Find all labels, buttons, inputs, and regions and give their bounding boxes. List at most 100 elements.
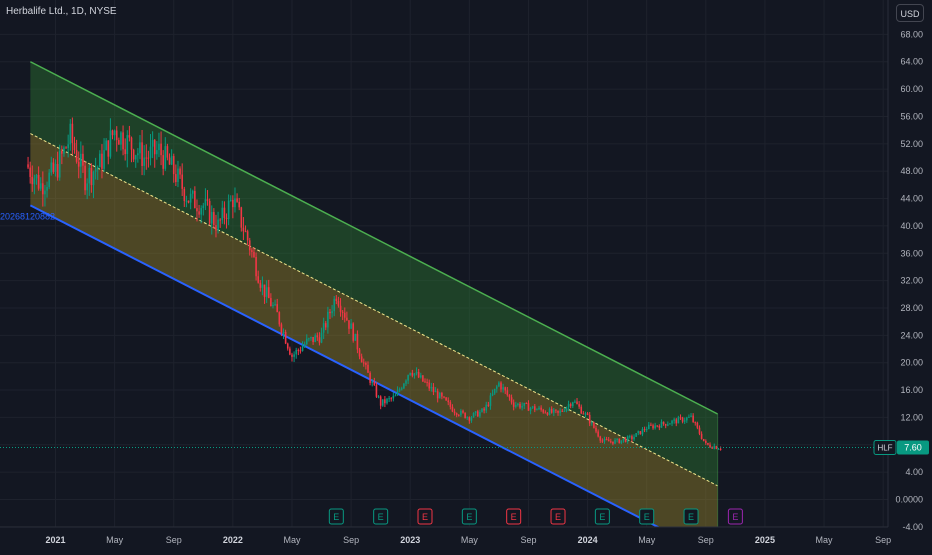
candle-body xyxy=(206,199,209,201)
earnings-marker[interactable]: E xyxy=(550,508,566,525)
candle-body xyxy=(430,386,433,389)
candle-body xyxy=(120,132,122,145)
candle-body xyxy=(669,423,671,425)
earnings-marker[interactable]: E xyxy=(461,508,477,525)
candle-body xyxy=(234,198,236,208)
y-tick-label: 48.00 xyxy=(900,166,923,176)
candle-body xyxy=(189,193,192,203)
candle-body xyxy=(717,448,720,450)
candle-body xyxy=(719,448,722,450)
candle-body xyxy=(71,123,74,143)
candle-body xyxy=(360,356,363,363)
candle-body xyxy=(514,404,517,407)
candle-body xyxy=(633,436,635,440)
symbol-title: Herbalife Ltd., 1D, NYSE xyxy=(6,6,117,17)
y-tick-label: 0.0000 xyxy=(895,495,923,505)
y-tick-label: 12.00 xyxy=(900,412,923,422)
candle-body xyxy=(343,312,346,318)
candle-body xyxy=(424,381,426,383)
candle-body xyxy=(337,301,340,306)
earnings-marker[interactable]: E xyxy=(594,508,610,525)
candle-body xyxy=(221,207,224,221)
candle-body xyxy=(352,323,355,341)
earnings-marker[interactable]: E xyxy=(683,508,699,525)
earnings-marker-label: E xyxy=(511,512,517,522)
earnings-marker[interactable]: E xyxy=(373,508,389,525)
candle-body xyxy=(137,153,139,156)
candle-body xyxy=(227,200,230,219)
price-chart[interactable]: 20268120882 E E E E E E E E E E 68.00 64.00 60.00 56.0… xyxy=(0,0,932,555)
earnings-marker[interactable]: E xyxy=(506,508,522,525)
candle-body xyxy=(481,408,483,412)
candle-body xyxy=(149,146,152,158)
candle-body xyxy=(314,335,317,343)
candle-body xyxy=(417,372,420,378)
candle-body xyxy=(616,438,618,440)
x-tick-label: May xyxy=(816,535,834,545)
candle-body xyxy=(529,407,532,411)
candle-body xyxy=(362,362,365,364)
candle-body xyxy=(276,304,278,313)
earnings-marker[interactable]: E xyxy=(328,508,344,525)
candle-body xyxy=(690,415,692,417)
candle-body xyxy=(466,417,469,419)
earnings-marker[interactable]: E xyxy=(727,508,743,525)
candle-body xyxy=(324,323,327,328)
candle-body xyxy=(367,364,369,373)
earnings-marker-label: E xyxy=(599,512,605,522)
candle-body xyxy=(563,411,566,413)
candle-body xyxy=(436,391,439,399)
candle-body xyxy=(170,156,173,165)
candle-body xyxy=(667,424,669,426)
candle-body xyxy=(65,147,67,149)
candle-body xyxy=(379,396,382,406)
y-tick-label: 60.00 xyxy=(900,84,923,94)
y-tick-label: 16.00 xyxy=(900,385,923,395)
candle-body xyxy=(622,438,625,441)
y-tick-label: 44.00 xyxy=(900,194,923,204)
candle-body xyxy=(350,323,352,329)
candle-body xyxy=(572,402,574,407)
candle-body xyxy=(101,153,103,169)
candle-body xyxy=(27,164,29,168)
chart-background xyxy=(0,0,932,550)
candle-body xyxy=(650,424,652,426)
earnings-marker-label: E xyxy=(466,512,472,522)
candle-body xyxy=(56,164,59,178)
candle-body xyxy=(495,386,498,389)
candle-body xyxy=(599,436,602,441)
candle-body xyxy=(432,386,435,392)
candle-body xyxy=(696,422,699,428)
candle-body xyxy=(251,250,253,252)
candle-body xyxy=(280,324,283,333)
candle-body xyxy=(139,142,141,154)
candle-body xyxy=(483,408,485,411)
candle-body xyxy=(686,417,688,421)
candle-body xyxy=(348,320,350,329)
candle-body xyxy=(512,402,515,407)
candle-body xyxy=(525,402,528,404)
candle-body xyxy=(546,412,549,415)
candle-body xyxy=(474,411,477,413)
currency-button[interactable]: USD xyxy=(896,4,924,22)
candle-body xyxy=(63,147,65,154)
candle-body xyxy=(398,389,401,391)
candle-body xyxy=(597,431,599,437)
candle-body xyxy=(645,429,648,431)
candle-body xyxy=(559,410,561,413)
chart-container[interactable]: 20268120882 E E E E E E E E E E 68.00 64.00 60.00 56.0… xyxy=(0,0,932,555)
candle-body xyxy=(339,305,342,312)
candle-body xyxy=(99,153,101,168)
earnings-marker[interactable]: E xyxy=(639,508,655,525)
candle-body xyxy=(132,149,135,160)
candle-body xyxy=(610,441,612,443)
candle-body xyxy=(177,168,179,183)
candle-body xyxy=(390,398,393,400)
earnings-marker[interactable]: E xyxy=(417,508,433,525)
candle-body xyxy=(502,387,504,390)
candle-body xyxy=(278,312,281,325)
candle-body xyxy=(191,190,194,194)
candle-body xyxy=(561,410,564,412)
x-tick-label: May xyxy=(106,535,124,545)
candle-body xyxy=(124,149,126,155)
